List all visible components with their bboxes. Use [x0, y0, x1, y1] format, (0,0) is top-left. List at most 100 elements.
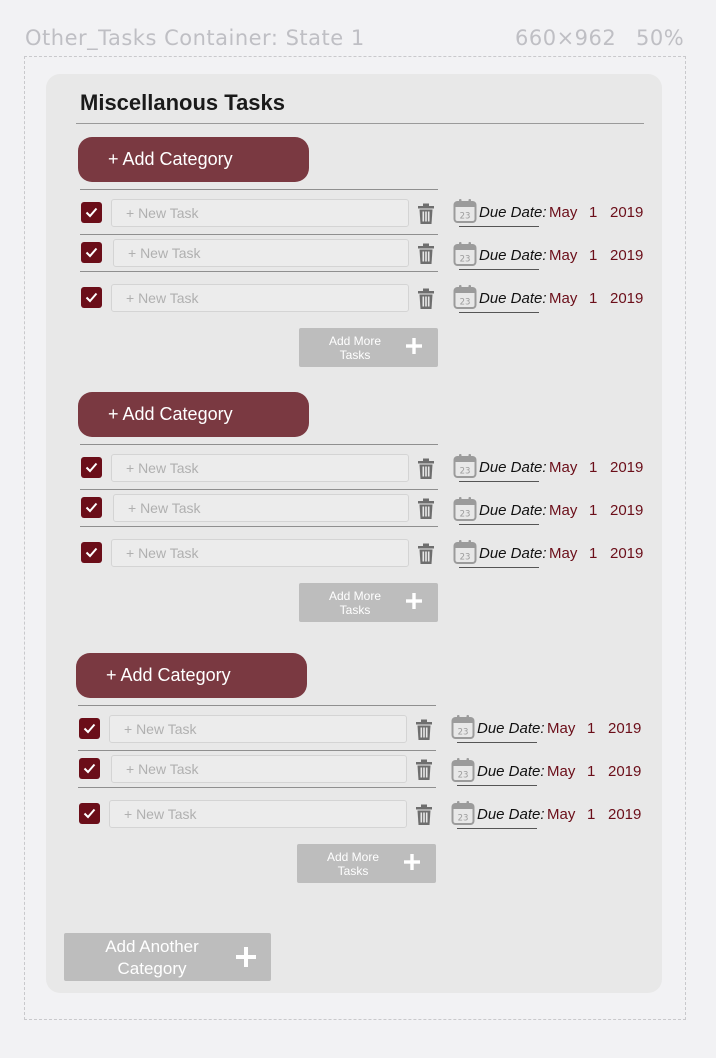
task-row-divider [80, 234, 438, 235]
due-day[interactable]: 1 [587, 763, 595, 780]
plus-icon [404, 854, 420, 870]
new-task-input[interactable]: + New Task [111, 454, 409, 482]
due-date-underline [459, 567, 539, 568]
new-task-input[interactable]: + New Task [113, 494, 409, 522]
trash-icon[interactable] [417, 498, 435, 520]
due-day[interactable]: 1 [589, 290, 597, 307]
new-task-input[interactable]: + New Task [111, 755, 407, 783]
due-day[interactable]: 1 [589, 459, 597, 476]
svg-text:23: 23 [458, 814, 469, 824]
task-row-divider [78, 750, 436, 751]
due-month[interactable]: May [547, 806, 575, 823]
calendar-icon[interactable]: 23 [453, 453, 477, 479]
trash-icon[interactable] [417, 543, 435, 565]
calendar-icon[interactable]: 23 [453, 539, 477, 565]
category-divider [80, 444, 438, 445]
new-task-input[interactable]: + New Task [111, 539, 409, 567]
calendar-icon[interactable]: 23 [451, 757, 475, 783]
add-more-label-line1: Add More [328, 589, 382, 603]
due-month[interactable]: May [547, 720, 575, 737]
trash-icon[interactable] [417, 458, 435, 480]
due-year[interactable]: 2019 [610, 247, 643, 264]
task-checkbox[interactable] [81, 497, 102, 518]
due-month[interactable]: May [549, 502, 577, 519]
calendar-icon[interactable]: 23 [453, 198, 477, 224]
add-category-button[interactable]: + Add Category [78, 137, 309, 182]
new-task-input[interactable]: + New Task [109, 800, 407, 828]
add-more-label-line1: Add More [328, 334, 382, 348]
trash-icon[interactable] [415, 719, 433, 741]
due-month[interactable]: May [549, 545, 577, 562]
due-month[interactable]: May [549, 459, 577, 476]
task-checkbox[interactable] [81, 202, 102, 223]
add-more-label-line1: Add More [326, 850, 380, 864]
container-dimensions: 660×962 [515, 26, 617, 50]
add-more-tasks-label: Add More Tasks [319, 334, 391, 362]
new-task-input[interactable]: + New Task [111, 284, 409, 312]
calendar-icon[interactable]: 23 [451, 714, 475, 740]
due-month[interactable]: May [549, 290, 577, 307]
task-row-divider [80, 526, 438, 527]
add-more-tasks-button[interactable]: Add More Tasks [299, 328, 438, 367]
task-row-divider [78, 787, 436, 788]
trash-icon[interactable] [417, 203, 435, 225]
plus-icon [406, 338, 422, 354]
plus-icon [236, 947, 256, 967]
task-checkbox[interactable] [81, 457, 102, 478]
add-more-tasks-button[interactable]: Add More Tasks [297, 844, 436, 883]
task-checkbox[interactable] [81, 242, 102, 263]
trash-icon[interactable] [415, 804, 433, 826]
add-more-label-line2: Tasks [337, 864, 369, 878]
add-more-tasks-button[interactable]: Add More Tasks [299, 583, 438, 622]
due-day[interactable]: 1 [589, 247, 597, 264]
svg-text:23: 23 [460, 510, 471, 520]
calendar-icon[interactable]: 23 [453, 284, 477, 310]
due-year[interactable]: 2019 [608, 806, 641, 823]
due-year[interactable]: 2019 [610, 459, 643, 476]
add-another-category-button[interactable]: Add Another Category [64, 933, 271, 981]
due-day[interactable]: 1 [589, 502, 597, 519]
trash-icon[interactable] [417, 243, 435, 265]
title-divider [76, 123, 644, 124]
due-date-label: Due Date: [479, 545, 547, 562]
trash-icon[interactable] [415, 759, 433, 781]
due-month[interactable]: May [547, 763, 575, 780]
due-year[interactable]: 2019 [608, 720, 641, 737]
due-day[interactable]: 1 [587, 806, 595, 823]
due-month[interactable]: May [549, 247, 577, 264]
calendar-icon[interactable]: 23 [453, 496, 477, 522]
task-row-divider [80, 271, 438, 272]
add-category-button[interactable]: + Add Category [76, 653, 307, 698]
due-year[interactable]: 2019 [610, 204, 643, 221]
zoom-level: 50% [636, 26, 685, 50]
due-year[interactable]: 2019 [610, 290, 643, 307]
calendar-icon[interactable]: 23 [453, 241, 477, 267]
task-row-divider [80, 489, 438, 490]
task-checkbox[interactable] [79, 758, 100, 779]
new-task-input[interactable]: + New Task [109, 715, 407, 743]
add-more-label-line2: Tasks [339, 348, 371, 362]
page-title: Miscellanous Tasks [80, 90, 286, 115]
checkmark-icon [85, 292, 98, 303]
due-day[interactable]: 1 [589, 204, 597, 221]
container-name: Other_Tasks Container: State 1 [25, 26, 365, 50]
due-date-label: Due Date: [479, 247, 547, 264]
due-year[interactable]: 2019 [608, 763, 641, 780]
task-checkbox[interactable] [79, 718, 100, 739]
add-category-button[interactable]: + Add Category [78, 392, 309, 437]
task-checkbox[interactable] [79, 803, 100, 824]
new-task-input[interactable]: + New Task [113, 239, 409, 267]
new-task-input[interactable]: + New Task [111, 199, 409, 227]
due-day[interactable]: 1 [589, 545, 597, 562]
task-checkbox[interactable] [81, 542, 102, 563]
trash-icon[interactable] [417, 288, 435, 310]
due-day[interactable]: 1 [587, 720, 595, 737]
checkmark-icon [85, 207, 98, 218]
task-checkbox[interactable] [81, 287, 102, 308]
due-month[interactable]: May [549, 204, 577, 221]
due-year[interactable]: 2019 [610, 502, 643, 519]
calendar-icon[interactable]: 23 [451, 800, 475, 826]
due-date-underline [457, 742, 537, 743]
due-year[interactable]: 2019 [610, 545, 643, 562]
due-date-label: Due Date: [479, 459, 547, 476]
